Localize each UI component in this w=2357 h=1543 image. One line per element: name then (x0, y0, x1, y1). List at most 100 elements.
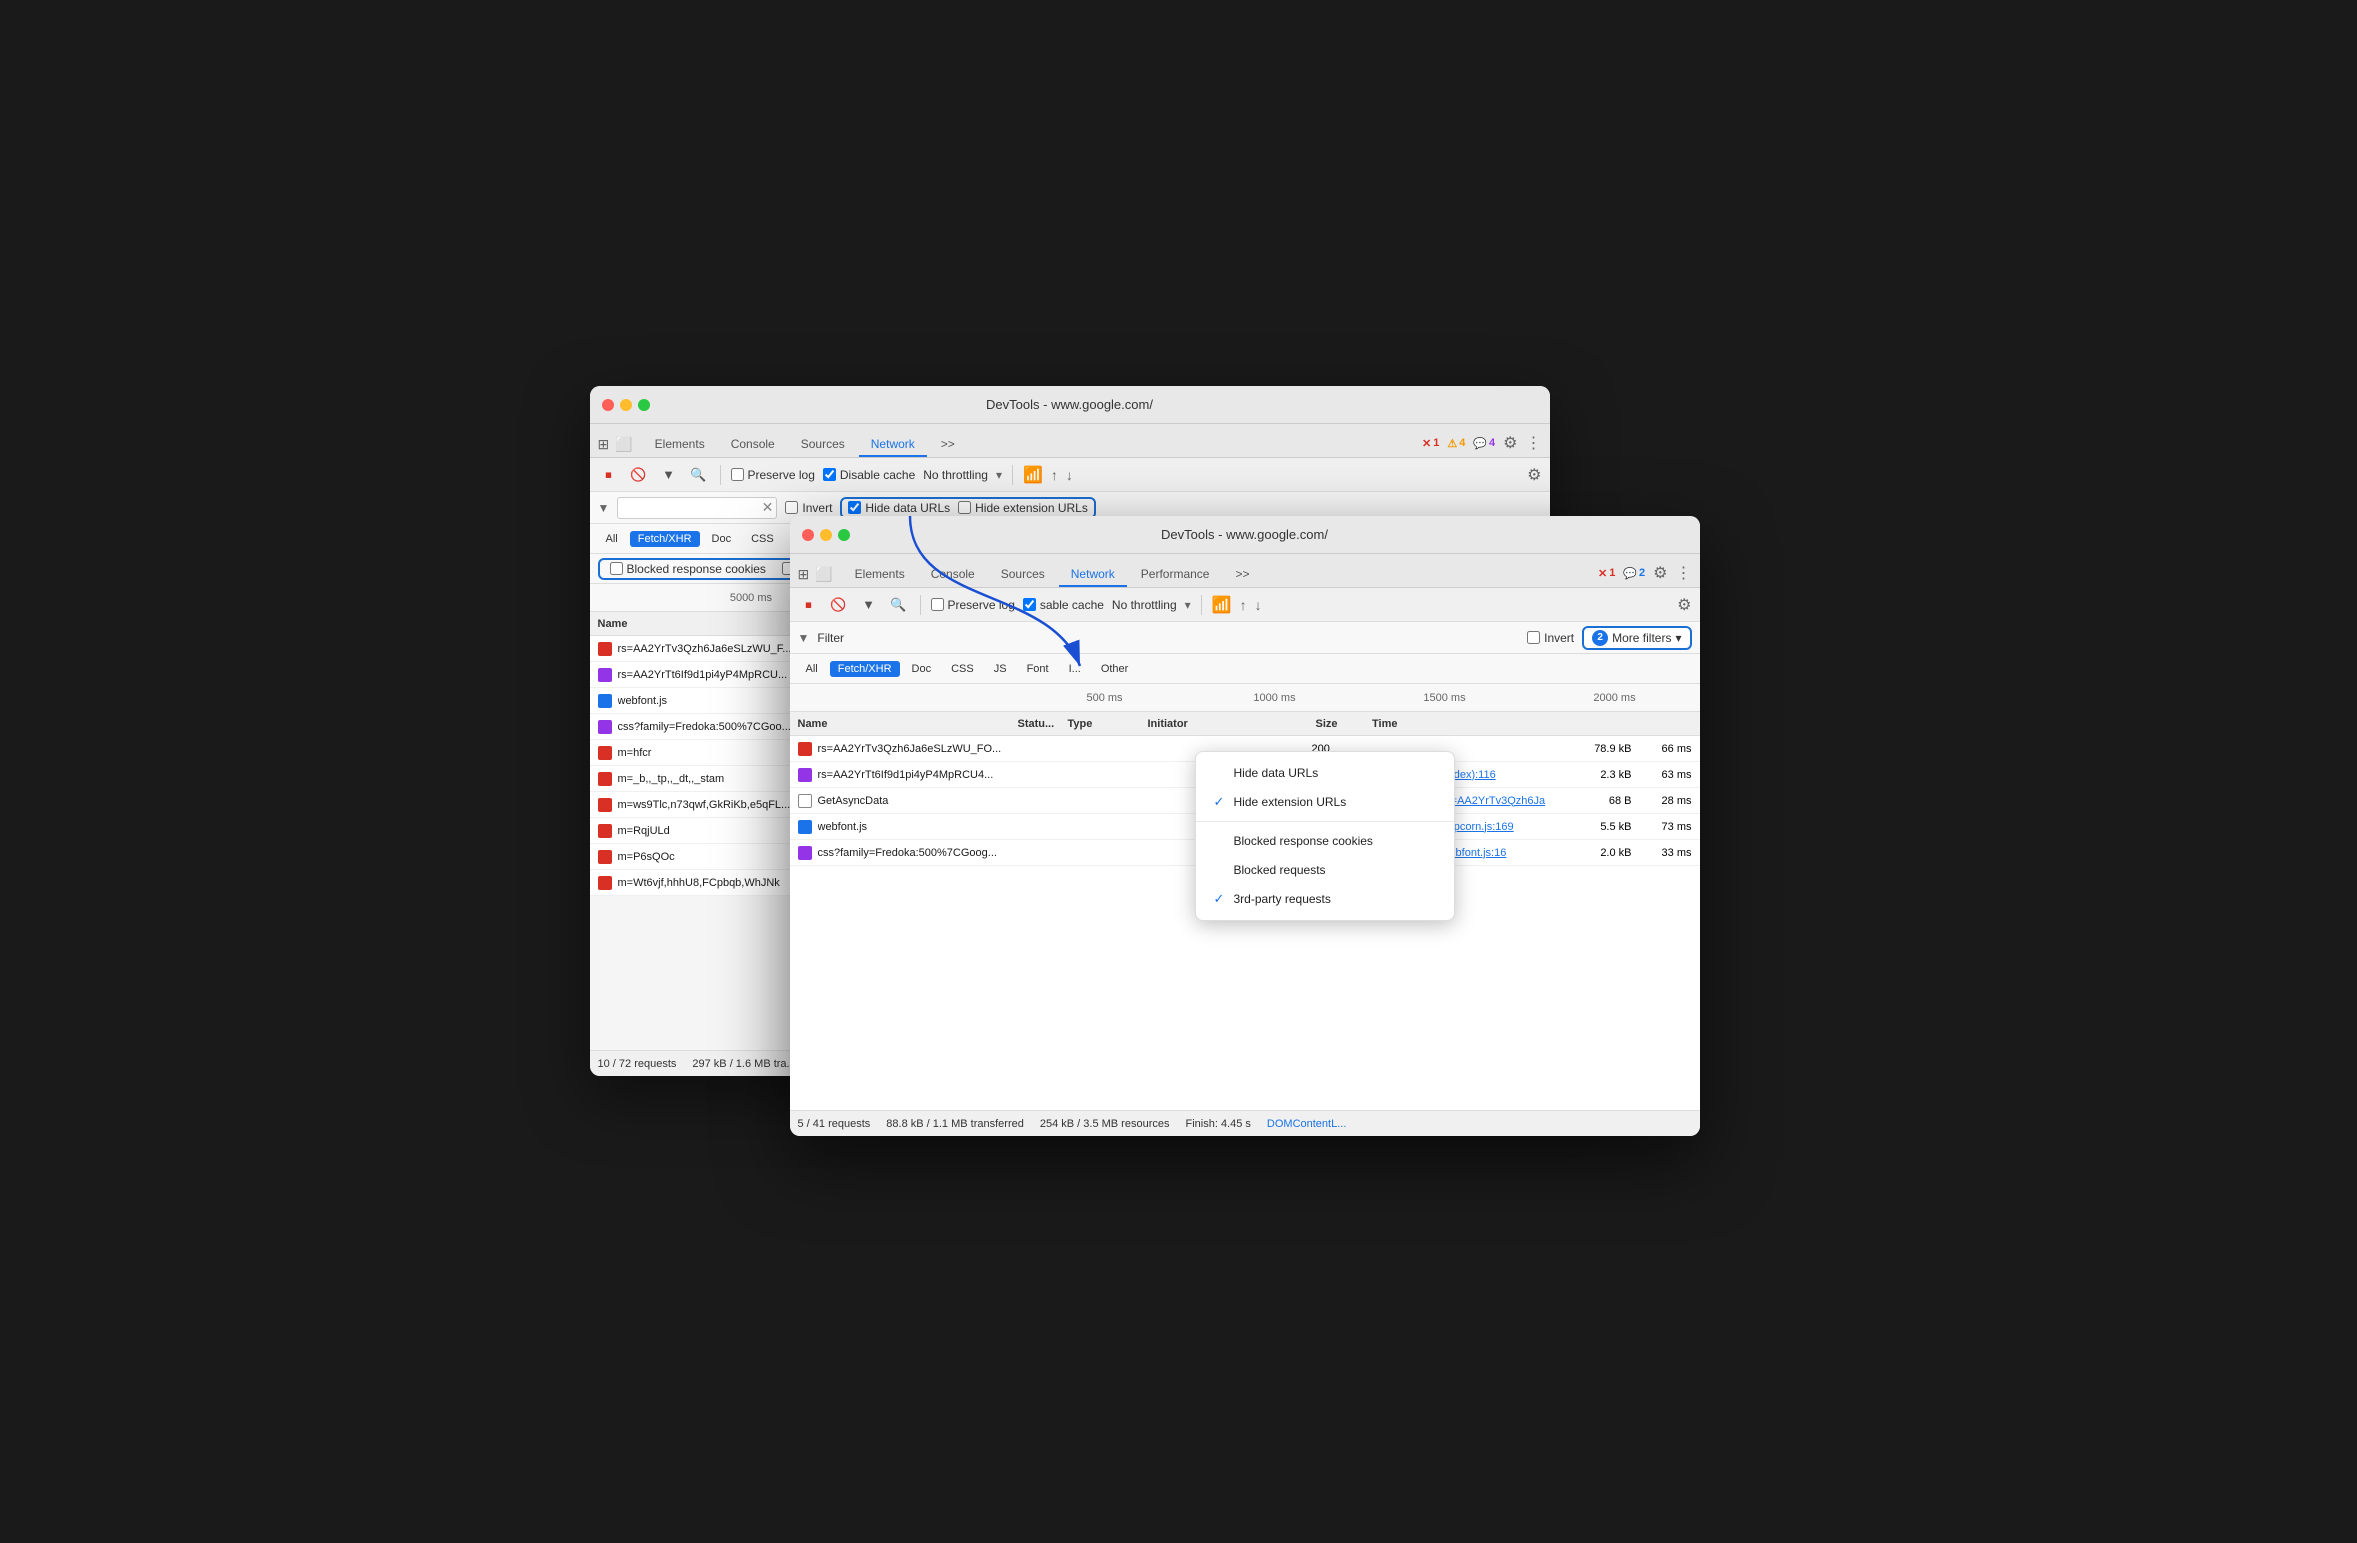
back-disable-cache-label[interactable]: Disable cache (823, 468, 915, 482)
back-type-doc[interactable]: Doc (704, 531, 740, 547)
back-preserve-log-label[interactable]: Preserve log (731, 468, 815, 482)
front-preserve-log-label[interactable]: Preserve log (931, 598, 1015, 612)
dropdown-blocked-cookies[interactable]: Blocked response cookies (1196, 826, 1454, 855)
back-type-xhr[interactable]: Fetch/XHR (630, 531, 700, 547)
front-type-xhr[interactable]: Fetch/XHR (830, 661, 900, 677)
front-type-doc[interactable]: Doc (904, 661, 940, 677)
front-devtools-icon: ⊞ (798, 566, 810, 587)
back-disable-cache-checkbox[interactable] (823, 468, 836, 481)
back-filter-input-wrap: ✕ (617, 497, 777, 519)
front-tab-console[interactable]: Console (919, 563, 987, 587)
back-filter-btn[interactable]: ▼ (658, 464, 680, 486)
back-invert-label[interactable]: Invert (785, 501, 832, 515)
front-status-transferred: 88.8 kB / 1.1 MB transferred (886, 1118, 1024, 1130)
front-type-font[interactable]: Font (1019, 661, 1057, 677)
front-download-icon[interactable]: ↓ (1255, 597, 1262, 613)
front-settings-icon[interactable]: ⚙ (1653, 563, 1667, 583)
front-preserve-log-checkbox[interactable] (931, 598, 944, 611)
back-inspector-icon: ⬜ (615, 436, 632, 457)
front-more-filters-btn[interactable]: 2 More filters ▾ (1582, 626, 1691, 650)
back-filter-input[interactable] (617, 497, 777, 519)
back-hide-data-urls-checkbox[interactable] (848, 501, 861, 514)
back-download-icon[interactable]: ↓ (1066, 467, 1073, 483)
front-more-icon[interactable]: ⋮ (1676, 563, 1692, 583)
front-close-btn[interactable] (802, 529, 814, 541)
back-tab-sources[interactable]: Sources (789, 433, 857, 457)
front-invert-checkbox[interactable] (1527, 631, 1540, 644)
front-clear-btn[interactable]: 🚫 (828, 594, 850, 616)
front-throttle-select[interactable]: No throttling (1112, 598, 1177, 612)
front-row-4-icon (798, 846, 812, 860)
back-tab-elements[interactable]: Elements (643, 433, 717, 457)
back-row-2-icon (598, 694, 612, 708)
front-filter-text: Filter (817, 631, 844, 645)
front-tab-elements[interactable]: Elements (843, 563, 917, 587)
back-wifi-icon: 📶 (1023, 465, 1043, 485)
back-tab-network[interactable]: Network (859, 433, 927, 457)
front-maximize-btn[interactable] (838, 529, 850, 541)
back-row-1-icon (598, 668, 612, 682)
front-search-btn[interactable]: 🔍 (888, 594, 910, 616)
dropdown-hide-data-urls-check (1214, 765, 1228, 780)
back-throttle-select[interactable]: No throttling (923, 468, 988, 482)
front-tab-more[interactable]: >> (1223, 563, 1261, 587)
dropdown-separator (1196, 821, 1454, 822)
front-tab-performance[interactable]: Performance (1129, 563, 1222, 587)
front-status-dom: DOMContentL... (1267, 1118, 1346, 1130)
front-type-other[interactable]: Other (1093, 661, 1137, 677)
front-tick-2: 1000 ms (1190, 692, 1360, 704)
front-disable-cache-checkbox[interactable] (1023, 598, 1036, 611)
dropdown-blocked-cookies-check (1214, 833, 1228, 848)
front-status-resources: 254 kB / 3.5 MB resources (1040, 1118, 1170, 1130)
front-settings2-icon[interactable]: ⚙ (1677, 595, 1691, 615)
back-blocked-cookies-label[interactable]: Blocked response cookies (610, 562, 766, 576)
front-type-css[interactable]: CSS (943, 661, 982, 677)
back-settings2-icon[interactable]: ⚙ (1527, 465, 1541, 485)
front-divider1 (920, 595, 921, 615)
front-invert-label[interactable]: Invert (1527, 631, 1574, 645)
back-warning-badge: ⚠ 4 (1447, 437, 1465, 450)
dropdown-hide-data-urls[interactable]: Hide data URLs (1196, 758, 1454, 787)
front-status-bar: 5 / 41 requests 88.8 kB / 1.1 MB transfe… (790, 1110, 1700, 1136)
front-upload-icon[interactable]: ↑ (1240, 597, 1247, 613)
front-type-js[interactable]: JS (986, 661, 1015, 677)
back-more-icon[interactable]: ⋮ (1526, 433, 1542, 453)
back-tab-more[interactable]: >> (929, 433, 967, 457)
back-close-btn[interactable] (602, 399, 614, 411)
front-disable-cache-label[interactable]: sable cache (1023, 598, 1104, 612)
back-devtools-icon: ⊞ (598, 436, 610, 457)
front-type-img[interactable]: I... (1061, 661, 1089, 677)
back-hide-ext-urls-checkbox[interactable] (958, 501, 971, 514)
front-type-all[interactable]: All (798, 661, 826, 677)
back-stop-btn[interactable]: ⏹ (598, 464, 620, 486)
back-maximize-btn[interactable] (638, 399, 650, 411)
front-stop-btn[interactable]: ⏹ (798, 594, 820, 616)
back-filter-clear[interactable]: ✕ (762, 499, 774, 516)
back-titlebar: DevTools - www.google.com/ (590, 386, 1550, 424)
front-inspector-icon: ⬜ (815, 566, 832, 587)
back-search-btn[interactable]: 🔍 (688, 464, 710, 486)
back-hide-data-urls-label[interactable]: Hide data URLs (848, 501, 950, 515)
front-status-finish: Finish: 4.45 s (1185, 1118, 1250, 1130)
dropdown-third-party[interactable]: ✓ 3rd-party requests (1196, 884, 1454, 914)
dropdown-hide-ext-urls[interactable]: ✓ Hide extension URLs (1196, 787, 1454, 817)
front-filter-btn[interactable]: ▼ (858, 594, 880, 616)
back-tab-console[interactable]: Console (719, 433, 787, 457)
back-type-all[interactable]: All (598, 531, 626, 547)
back-settings-icon[interactable]: ⚙ (1503, 433, 1517, 453)
back-tab-icons: ✕ 1 ⚠ 4 💬 4 ⚙ ⋮ (1422, 433, 1542, 457)
back-invert-checkbox[interactable] (785, 501, 798, 514)
back-divider2 (1012, 465, 1013, 485)
back-blocked-cookies-checkbox[interactable] (610, 562, 623, 575)
dropdown-blocked-requests[interactable]: Blocked requests (1196, 855, 1454, 884)
back-upload-icon[interactable]: ↑ (1051, 467, 1058, 483)
back-minimize-btn[interactable] (620, 399, 632, 411)
front-tab-sources[interactable]: Sources (989, 563, 1057, 587)
front-minimize-btn[interactable] (820, 529, 832, 541)
back-clear-btn[interactable]: 🚫 (628, 464, 650, 486)
back-hide-ext-urls-label[interactable]: Hide extension URLs (958, 501, 1088, 515)
back-preserve-log-checkbox[interactable] (731, 468, 744, 481)
front-status-requests: 5 / 41 requests (798, 1118, 871, 1130)
front-tab-network[interactable]: Network (1059, 563, 1127, 587)
back-type-css[interactable]: CSS (743, 531, 782, 547)
